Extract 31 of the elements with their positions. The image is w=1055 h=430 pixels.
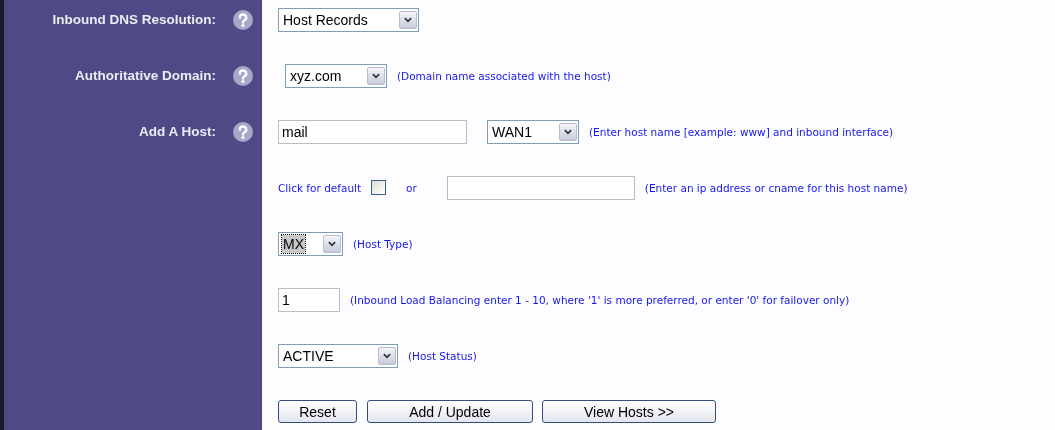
option-text: or [406,181,417,194]
chevron-down-icon [367,66,385,85]
checkbox[interactable] [371,180,387,195]
help-icon[interactable] [233,121,253,142]
chevron-down-icon [378,346,396,365]
help-icon[interactable] [233,65,253,86]
chevron-down-icon [559,122,577,141]
input-field[interactable]: mail [278,119,467,144]
input-field[interactable] [446,175,635,200]
dropdown[interactable]: xyz.com [285,63,387,88]
form-button[interactable]: Reset [278,400,357,423]
input-field[interactable]: 1 [278,287,340,312]
dropdown[interactable]: ACTIVE [278,343,398,368]
field-label: Add A Host: [139,124,216,139]
help-icon[interactable] [233,9,253,30]
hint-text: (Domain name associated with the host) [397,69,611,82]
hint-text: (Host Status) [408,349,477,362]
dropdown[interactable]: Host Records [278,7,419,32]
option-text: Click for default [278,181,362,194]
dropdown[interactable]: MX [278,231,343,256]
field-label: Inbound DNS Resolution: [52,12,216,27]
hint-text: (Enter an ip address or cname for this host name) [644,181,908,194]
hint-text: (Enter host name [example: www] and inbound interface) [589,125,894,138]
hint-text: (Inbound Load Balancing enter 1 - 10, where '1' is more preferred, or enter '0' for failover only) [350,293,850,306]
dropdown[interactable]: WAN1 [487,119,579,144]
hint-text: (Host Type) [353,237,413,250]
form-button[interactable]: View Hosts >> [542,400,716,423]
chevron-down-icon [399,10,417,29]
chevron-down-icon [323,234,341,253]
field-label: Authoritative Domain: [75,68,216,83]
form-button[interactable]: Add / Update [367,400,533,423]
